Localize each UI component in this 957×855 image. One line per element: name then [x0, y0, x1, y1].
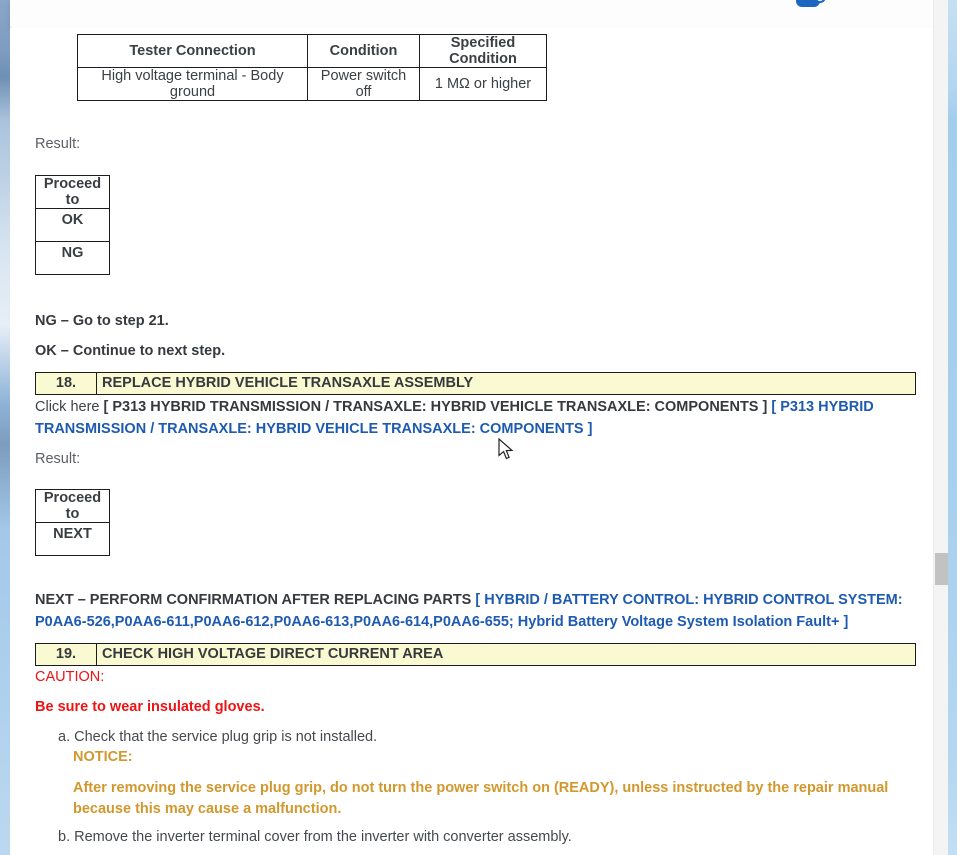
click-here-text: Click here [35, 399, 104, 415]
document-content: Tester Connection Condition Specified Co… [10, 28, 933, 855]
proceed-cell-next: NEXT [35, 522, 110, 556]
cell-specified-condition: 1 MΩ or higher [419, 67, 547, 101]
proceed-header: Proceed to [35, 489, 110, 523]
step-18-header: 18. REPLACE HYBRID VEHICLE TRANSAXLE ASS… [35, 372, 916, 395]
window-right-edge [948, 0, 957, 855]
substep-a-marker: a. [58, 729, 71, 745]
substep-a-text: Check that the service plug grip is not … [74, 729, 378, 745]
step-19-title: CHECK HIGH VOLTAGE DIRECT CURRENT AREA [102, 646, 444, 662]
step-19-header: 19. CHECK HIGH VOLTAGE DIRECT CURRENT AR… [35, 643, 916, 666]
col-header-tester-connection: Tester Connection [77, 34, 308, 68]
col-header-condition: Condition [307, 34, 420, 68]
result-label: Result: [35, 451, 81, 467]
top-toolbar [10, 0, 934, 28]
window-left-edge [0, 0, 10, 855]
next-confirmation-paragraph: NEXT – PERFORM CONFIRMATION AFTER REPLAC… [35, 590, 917, 633]
substep-b-text: Remove the inverter terminal cover from … [74, 829, 572, 845]
next-confirmation-text: NEXT – PERFORM CONFIRMATION AFTER REPLAC… [35, 592, 476, 608]
vertical-scrollbar[interactable] [933, 0, 948, 855]
cell-condition: Power switch off [307, 67, 420, 101]
proceed-table-ok-ng: Proceed to OK NG [35, 175, 110, 275]
proceed-cell-ok: OK [35, 208, 110, 242]
cell-tester-connection: High voltage terminal - Body ground [77, 67, 308, 101]
table-row: High voltage terminal - Body ground Powe… [77, 67, 547, 101]
substep-a: a. Check that the service plug grip is no… [58, 729, 377, 745]
procedure-reference-bold: [ P313 HYBRID TRANSMISSION / TRANSAXLE: … [103, 399, 772, 415]
caution-label: CAUTION: [35, 669, 105, 685]
step-19-number: 19. [36, 644, 97, 665]
ok-result-line: OK – Continue to next step. [35, 343, 226, 359]
col-header-specified-condition: Specified Condition [419, 34, 547, 68]
table-header-row: Tester Connection Condition Specified Co… [77, 34, 547, 68]
step-18-number: 18. [36, 373, 97, 394]
app-window: Tester Connection Condition Specified Co… [0, 0, 957, 855]
ng-result-line: NG – Go to step 21. [35, 313, 169, 329]
proceed-cell-ng: NG [35, 241, 110, 275]
substep-b: b. Remove the inverter terminal cover fro… [58, 829, 572, 845]
step-18-title: REPLACE HYBRID VEHICLE TRANSAXLE ASSEMBL… [102, 375, 474, 391]
spec-condition-table: Tester Connection Condition Specified Co… [77, 34, 547, 101]
substep-b-marker: b. [58, 829, 71, 845]
proceed-table-next: Proceed to NEXT [35, 489, 110, 556]
scrollbar-thumb[interactable] [935, 553, 948, 585]
proceed-header: Proceed to [35, 175, 110, 209]
caution-text: Be sure to wear insulated gloves. [35, 699, 265, 715]
notice-text: After removing the service plug grip, do… [73, 780, 889, 817]
notice-label: NOTICE: [73, 749, 133, 765]
announcement-icon[interactable] [796, 0, 830, 8]
result-label: Result: [35, 136, 81, 152]
click-here-paragraph: Click here [ P313 HYBRID TRANSMISSION / … [35, 397, 917, 440]
